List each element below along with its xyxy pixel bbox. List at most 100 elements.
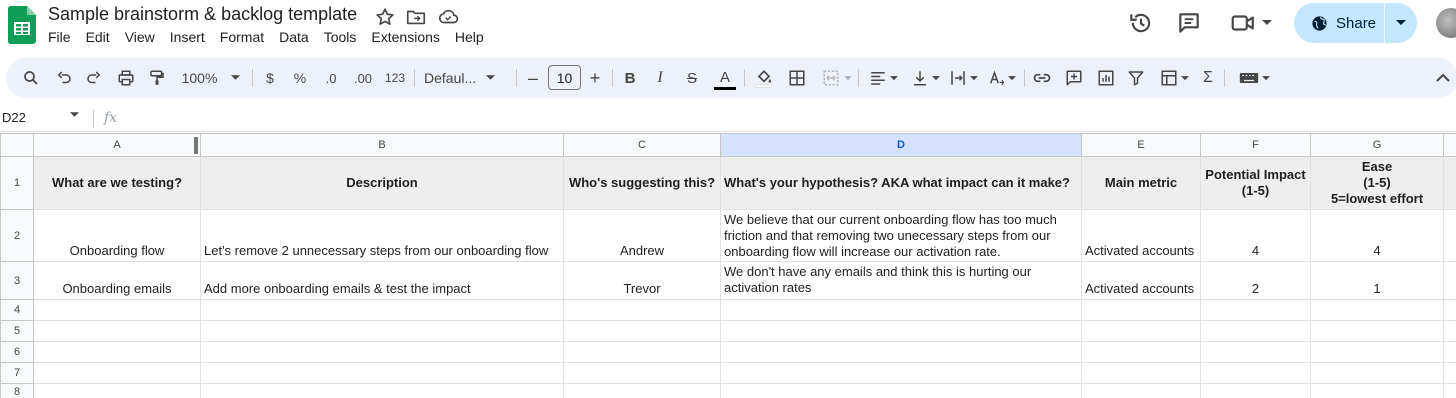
paint-format-button[interactable] <box>146 58 168 98</box>
print-button[interactable] <box>114 58 138 98</box>
cell[interactable] <box>33 383 201 398</box>
undo-button[interactable] <box>52 58 76 98</box>
cell[interactable] <box>1310 383 1444 398</box>
cell[interactable] <box>1443 261 1456 300</box>
cell[interactable] <box>1200 320 1311 342</box>
version-history-icon[interactable] <box>1128 10 1154 36</box>
cell[interactable] <box>1081 299 1201 321</box>
strikethrough-button[interactable]: S <box>682 58 702 98</box>
cell[interactable]: 1 <box>1310 261 1444 300</box>
column-header-a[interactable]: A <box>33 133 201 157</box>
column-header-g[interactable]: G <box>1310 133 1444 157</box>
freeze-handle[interactable] <box>194 137 198 154</box>
row-header[interactable]: 8 <box>0 383 34 398</box>
cell[interactable] <box>33 362 201 384</box>
cell[interactable]: Onboarding emails <box>33 261 201 300</box>
column-header-b[interactable]: B <box>200 133 564 157</box>
increase-decimal-button[interactable]: .00 <box>348 58 378 98</box>
cell[interactable] <box>1081 362 1201 384</box>
row-header[interactable]: 5 <box>0 320 34 342</box>
star-icon[interactable] <box>374 6 396 28</box>
cell[interactable] <box>1310 341 1444 363</box>
menu-data[interactable]: Data <box>279 29 309 49</box>
cell[interactable]: Andrew <box>563 209 721 262</box>
cell[interactable]: Potential Impact (1-5) <box>1200 156 1311 210</box>
menu-tools[interactable]: Tools <box>324 29 357 49</box>
merge-cells-button[interactable] <box>816 58 856 98</box>
cell[interactable] <box>1443 383 1456 398</box>
comments-icon[interactable] <box>1176 10 1202 36</box>
cell[interactable] <box>1443 320 1456 342</box>
input-tools-button[interactable] <box>1234 58 1274 98</box>
sheets-logo-icon[interactable] <box>8 6 36 44</box>
cell[interactable]: What's your hypothesis? AKA what impact … <box>720 156 1082 210</box>
cell[interactable]: We believe that our current onboarding f… <box>720 209 1082 262</box>
cell[interactable] <box>33 341 201 363</box>
cell[interactable] <box>1443 156 1456 210</box>
decrease-font-size-button[interactable]: – <box>524 58 542 98</box>
cell[interactable]: 4 <box>1310 209 1444 262</box>
menu-help[interactable]: Help <box>455 29 484 49</box>
insert-chart-button[interactable] <box>1094 58 1118 98</box>
menu-insert[interactable]: Insert <box>170 29 205 49</box>
cell[interactable] <box>1443 362 1456 384</box>
menu-file[interactable]: File <box>48 29 71 49</box>
document-title[interactable]: Sample brainstorm & backlog template <box>48 4 357 25</box>
cell[interactable]: 4 <box>1200 209 1311 262</box>
cell[interactable] <box>1200 362 1311 384</box>
row-header[interactable]: 2 <box>0 209 34 262</box>
column-header-c[interactable]: C <box>563 133 721 157</box>
filter-views-button[interactable] <box>1154 58 1194 98</box>
cell[interactable] <box>200 320 564 342</box>
zoom-select[interactable]: 100% <box>176 58 246 98</box>
cell[interactable] <box>563 362 721 384</box>
cell[interactable] <box>1443 209 1456 262</box>
cell[interactable] <box>1081 341 1201 363</box>
cell[interactable]: Main metric <box>1081 156 1201 210</box>
cloud-saved-icon[interactable] <box>437 6 459 28</box>
insert-link-button[interactable] <box>1030 58 1054 98</box>
cell[interactable] <box>1200 383 1311 398</box>
meet-dropdown-icon[interactable] <box>1262 19 1272 27</box>
menu-extensions[interactable]: Extensions <box>371 29 439 49</box>
cell[interactable] <box>200 362 564 384</box>
cell[interactable] <box>720 320 1082 342</box>
row-header[interactable]: 7 <box>0 362 34 384</box>
cell[interactable] <box>720 362 1082 384</box>
row-header[interactable]: 6 <box>0 341 34 363</box>
vertical-align-button[interactable] <box>908 58 942 98</box>
cell[interactable]: Ease (1-5) 5=lowest effort <box>1310 156 1444 210</box>
cell[interactable] <box>1200 299 1311 321</box>
cell[interactable] <box>1310 362 1444 384</box>
cell[interactable] <box>200 299 564 321</box>
decrease-decimal-button[interactable]: .0 <box>318 58 344 98</box>
cell[interactable]: Description <box>200 156 564 210</box>
bold-button[interactable]: B <box>620 58 640 98</box>
share-dropdown[interactable] <box>1385 3 1417 43</box>
row-header[interactable]: 1 <box>0 156 34 210</box>
cell[interactable]: Let's remove 2 unnecessary steps from ou… <box>200 209 564 262</box>
menu-format[interactable]: Format <box>220 29 264 49</box>
cell[interactable] <box>720 341 1082 363</box>
cell[interactable]: What are we testing? <box>33 156 201 210</box>
move-to-folder-icon[interactable] <box>405 6 427 28</box>
search-menus-button[interactable] <box>18 58 44 98</box>
cell[interactable] <box>1081 383 1201 398</box>
functions-button[interactable]: Σ <box>1198 58 1218 98</box>
insert-comment-button[interactable] <box>1062 58 1086 98</box>
cell[interactable]: We don't have any emails and think this … <box>720 261 1082 300</box>
cell[interactable] <box>1443 299 1456 321</box>
percent-format-button[interactable]: % <box>290 58 310 98</box>
cell[interactable] <box>1310 320 1444 342</box>
text-rotation-button[interactable] <box>984 58 1018 98</box>
menu-edit[interactable]: Edit <box>86 29 110 49</box>
avatar[interactable] <box>1436 8 1456 38</box>
column-header-d[interactable]: D <box>720 133 1082 157</box>
cell[interactable] <box>200 383 564 398</box>
menu-view[interactable]: View <box>125 29 155 49</box>
cell[interactable]: Trevor <box>563 261 721 300</box>
cell[interactable] <box>1081 320 1201 342</box>
collapse-toolbar-button[interactable] <box>1432 58 1454 98</box>
cell[interactable] <box>1443 341 1456 363</box>
horizontal-align-button[interactable] <box>866 58 900 98</box>
